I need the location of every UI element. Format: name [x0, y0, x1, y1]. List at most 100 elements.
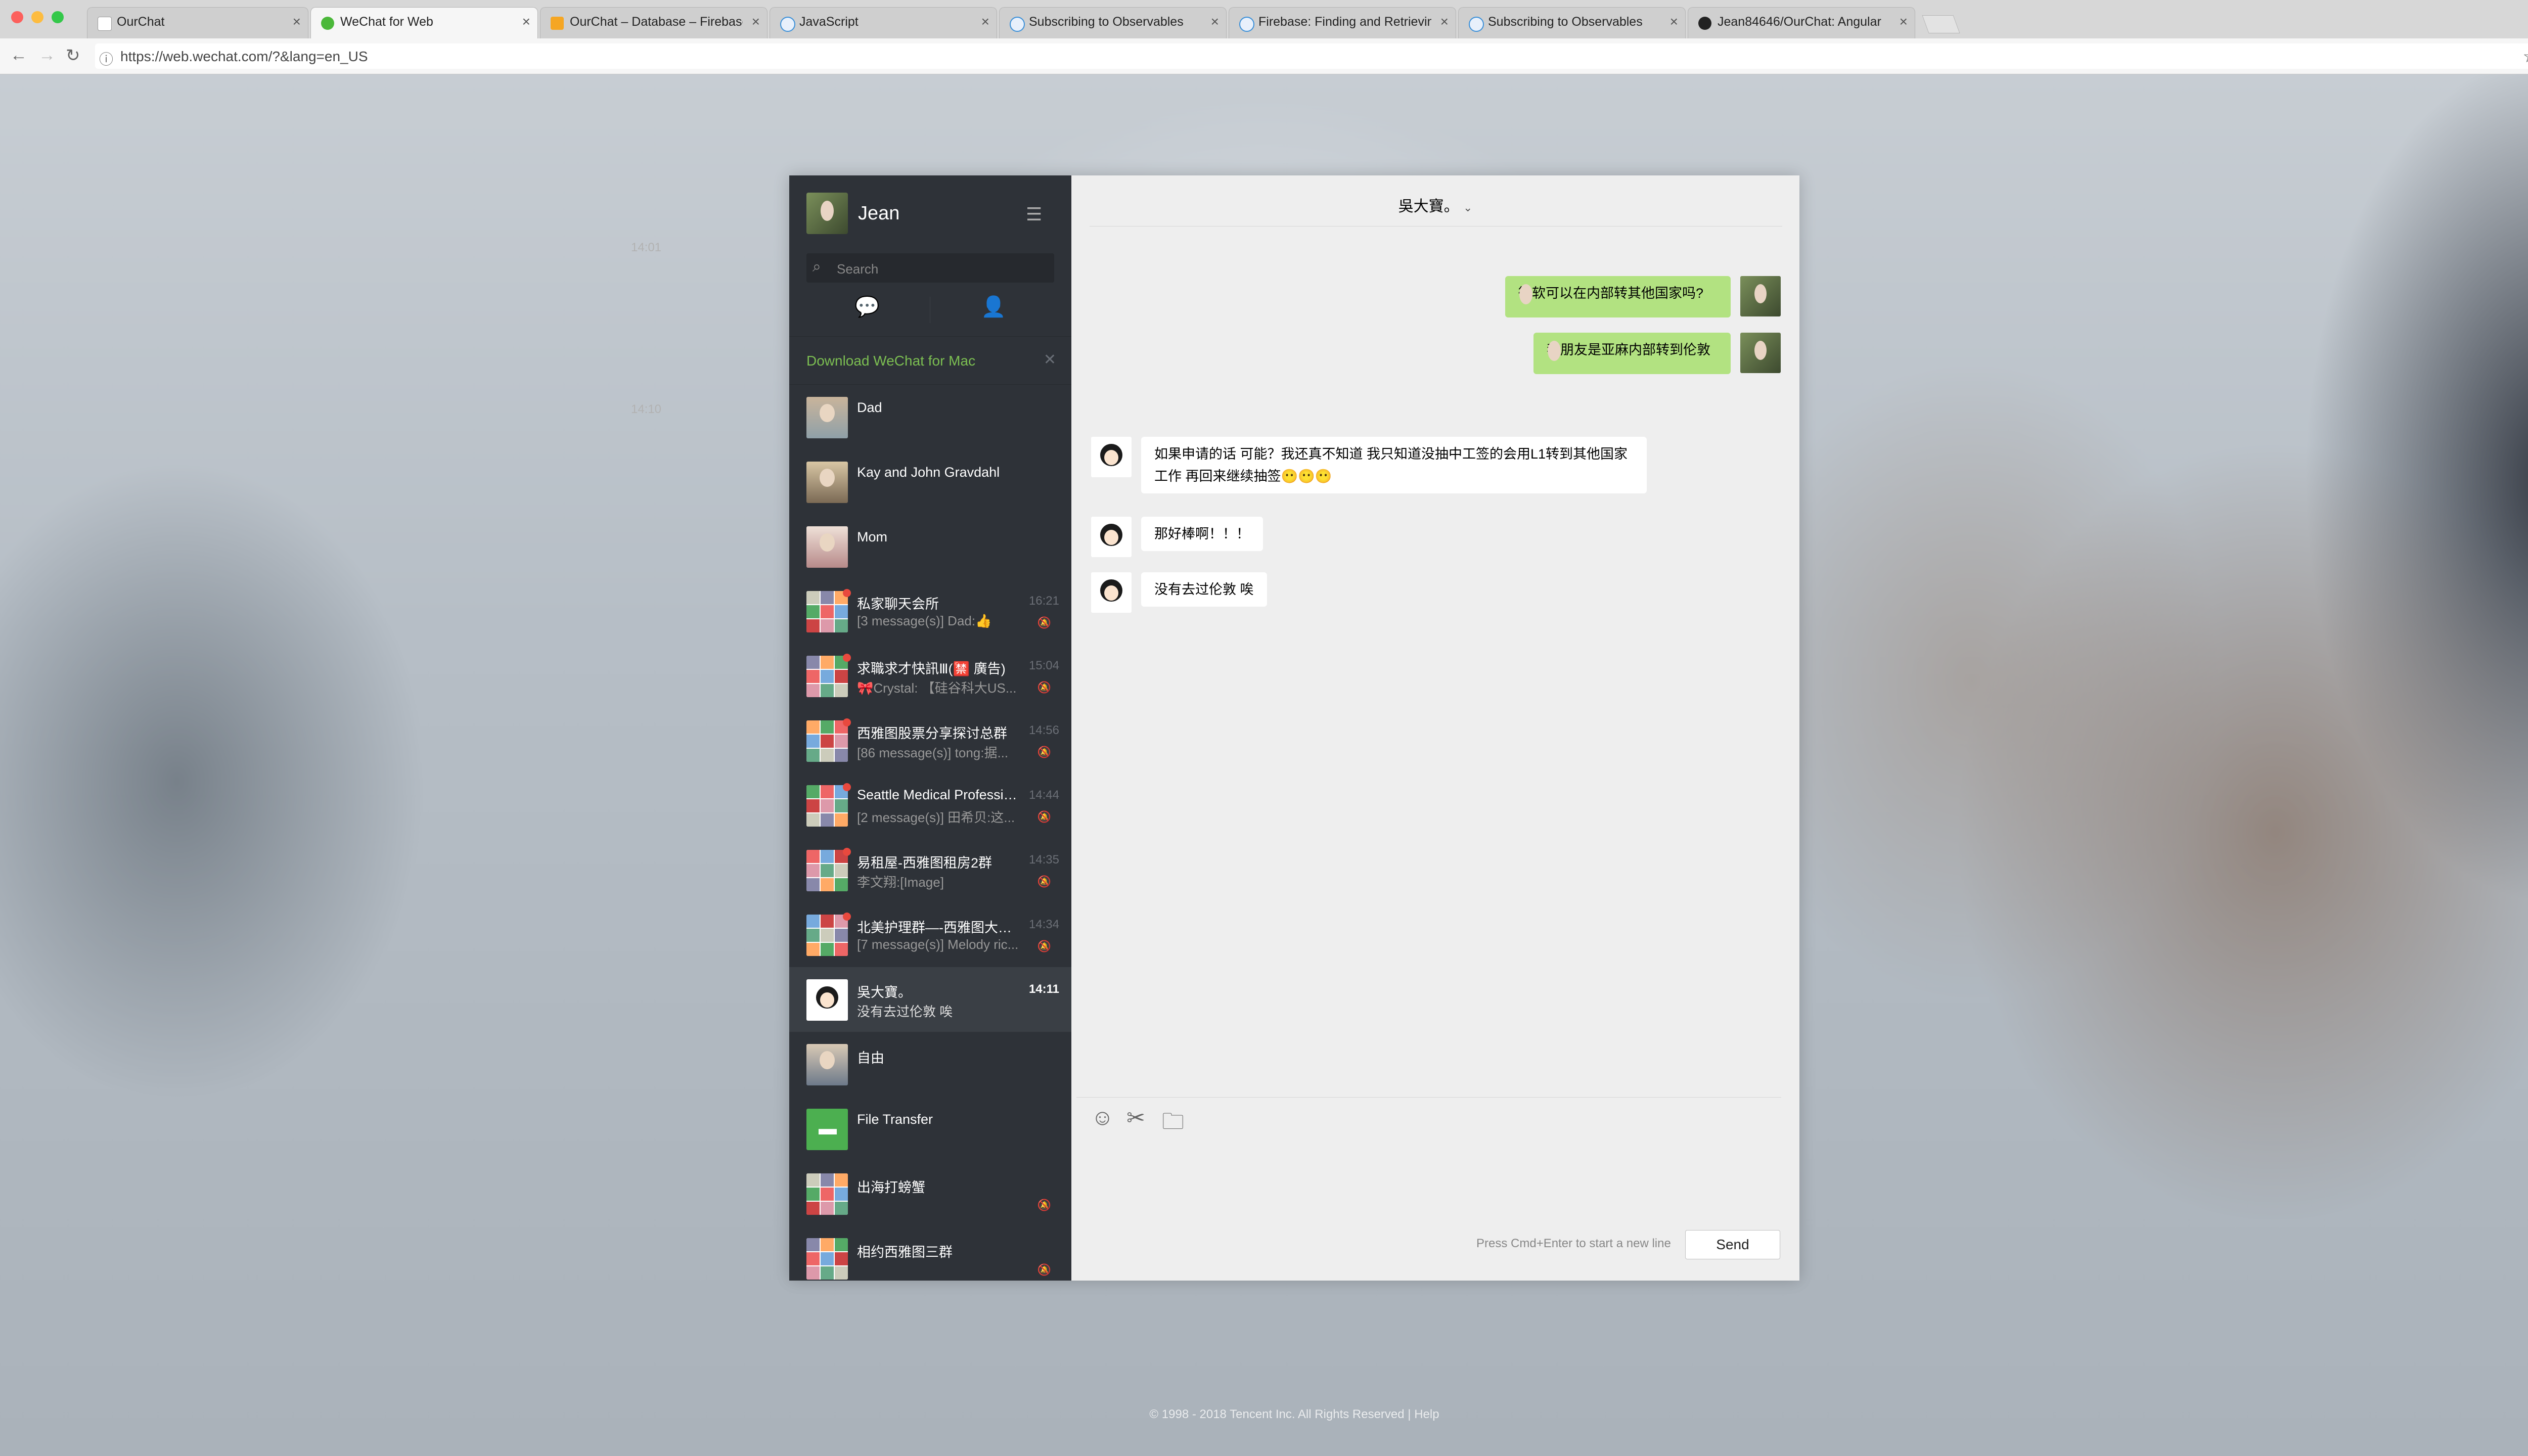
avatar[interactable]: [806, 193, 848, 234]
address-bar[interactable]: ⓘ https://web.wechat.com/?&lang=en_US ☆: [95, 43, 2528, 69]
avatar[interactable]: [806, 785, 848, 827]
bookmark-star-icon[interactable]: ☆: [2523, 47, 2528, 67]
url-text[interactable]: https://web.wechat.com/?&lang=en_US: [120, 49, 368, 65]
browser-tab-0[interactable]: OurChat ×: [87, 7, 308, 38]
tab-label: OurChat – Database – Firebase: [570, 15, 743, 29]
avatar[interactable]: [806, 591, 848, 632]
back-icon[interactable]: ←: [10, 46, 27, 65]
info-icon[interactable]: ⓘ: [99, 49, 113, 69]
close-tab-icon[interactable]: ×: [1440, 14, 1449, 30]
browser-toolbar: ← → ↻ ⓘ https://web.wechat.com/?&lang=en…: [0, 38, 2528, 74]
avatar[interactable]: [1091, 517, 1132, 557]
avatar[interactable]: [806, 850, 848, 891]
avatar[interactable]: [806, 979, 848, 1021]
user-name: Jean: [858, 203, 900, 224]
conversation-time: 14:34: [1028, 918, 1059, 931]
new-tab-button[interactable]: [1922, 15, 1960, 33]
tab-label: Subscribing to Observables: [1488, 15, 1643, 29]
conversation-time: 14:11: [1028, 982, 1059, 996]
close-icon[interactable]: ✕: [1044, 351, 1056, 369]
zoom-window-button[interactable]: [52, 11, 64, 23]
browser-tab-5[interactable]: Firebase: Finding and Retrieving ×: [1229, 7, 1456, 38]
close-tab-icon[interactable]: ×: [1670, 14, 1678, 30]
close-tab-icon[interactable]: ×: [293, 14, 301, 30]
conversation-item[interactable]: Kay and John Gravdahl: [789, 449, 1071, 514]
message-timestamp: 14:01: [630, 241, 662, 254]
download-banner-text[interactable]: Download WeChat for Mac: [806, 353, 975, 369]
conversation-name: Mom: [857, 529, 887, 544]
message-bubble[interactable]: 那好棒啊！！！: [1141, 517, 1263, 551]
avatar[interactable]: [806, 1238, 848, 1280]
conversation-item[interactable]: ▬ File Transfer: [789, 1097, 1071, 1161]
conversation-item[interactable]: Seattle Medical Professio... [2 message(s…: [789, 773, 1071, 838]
conversation-item[interactable]: 求職求才快訊Ⅲ(🈲 廣告) 🎀Crystal: 【硅谷科大US... 15:04 🔕: [789, 644, 1071, 708]
download-banner[interactable]: Download WeChat for Mac ✕: [789, 336, 1071, 385]
chat-title-text[interactable]: 吳大寶。: [1398, 198, 1459, 215]
avatar[interactable]: [806, 1173, 848, 1215]
composer-divider: [1076, 1097, 1781, 1098]
browser-tab-7[interactable]: Jean84646/OurChat: Angular ×: [1688, 7, 1915, 38]
avatar[interactable]: ▬: [806, 1109, 848, 1150]
avatar[interactable]: [1740, 276, 1781, 316]
avatar[interactable]: [1091, 572, 1132, 613]
conversation-item[interactable]: 出海打螃蟹 🔕: [789, 1161, 1071, 1226]
conversation-name: 北美护理群—-西雅图大本营: [857, 920, 1019, 935]
message-bubble[interactable]: 我朋友是亚麻内部转到伦敦: [1533, 333, 1731, 374]
browser-tab-2[interactable]: OurChat – Database – Firebase ×: [540, 7, 768, 38]
emoji-icon[interactable]: ☺: [1091, 1105, 1114, 1130]
send-button[interactable]: Send: [1685, 1230, 1780, 1259]
conversation-name: Kay and John Gravdahl: [857, 465, 1000, 480]
conversation-item[interactable]: 自由: [789, 1032, 1071, 1097]
conversation-time: 14:56: [1028, 723, 1059, 737]
browser-tab-4[interactable]: Subscribing to Observables ×: [999, 7, 1227, 38]
avatar[interactable]: [806, 1044, 848, 1085]
message-bubble[interactable]: 微软可以在内部转其他国家吗?: [1505, 276, 1731, 317]
close-tab-icon[interactable]: ×: [981, 14, 989, 30]
footer[interactable]: © 1998 - 2018 Tencent Inc. All Rights Re…: [0, 1407, 2528, 1422]
scissors-icon[interactable]: ✂: [1126, 1105, 1145, 1131]
close-window-button[interactable]: [11, 11, 23, 23]
conversation-item[interactable]: Dad: [789, 385, 1071, 449]
conversation-item[interactable]: 私家聊天会所 [3 message(s)] Dad:👍 16:21 🔕: [789, 579, 1071, 644]
tab-contacts[interactable]: 👤: [931, 295, 1056, 325]
avatar[interactable]: [806, 915, 848, 956]
reload-icon[interactable]: ↻: [66, 46, 80, 66]
browser-tab-3[interactable]: JavaScript ×: [770, 7, 997, 38]
e-icon: [780, 17, 795, 32]
tab-chats[interactable]: 💬: [804, 295, 930, 325]
chevron-down-icon[interactable]: ⌄: [1463, 201, 1472, 214]
folder-icon[interactable]: 🗀: [1162, 1105, 1184, 1143]
avatar[interactable]: [1091, 437, 1132, 477]
forward-icon[interactable]: →: [38, 46, 56, 65]
close-tab-icon[interactable]: ×: [752, 14, 760, 30]
menu-icon[interactable]: ☰: [1026, 204, 1042, 225]
sidebar: Jean ☰ ⌕ Search 💬 👤 Download WeChat for …: [789, 175, 1071, 1281]
conversation-item[interactable]: 吳大寶。 没有去过伦敦 唉 14:11: [789, 967, 1071, 1032]
close-tab-icon[interactable]: ×: [1900, 14, 1908, 30]
avatar[interactable]: [806, 720, 848, 762]
minimize-window-button[interactable]: [31, 11, 43, 23]
avatar[interactable]: [806, 656, 848, 697]
conversation-name: 私家聊天会所: [857, 597, 939, 612]
search-input[interactable]: ⌕ Search: [806, 253, 1054, 283]
file-transfer-icon: ▬: [819, 1118, 837, 1139]
browser-tab-1[interactable]: WeChat for Web ×: [310, 7, 538, 38]
unread-badge: [843, 718, 851, 726]
conversation-time: 14:44: [1028, 788, 1059, 802]
close-tab-icon[interactable]: ×: [1211, 14, 1219, 30]
browser-tab-6[interactable]: Subscribing to Observables ×: [1458, 7, 1686, 38]
wechat-icon: [321, 17, 334, 30]
avatar[interactable]: [806, 462, 848, 503]
message-bubble[interactable]: 如果申请的话 可能？我还真不知道 我只知道没抽中工签的会用L1转到其他国家工作 …: [1141, 437, 1647, 493]
avatar[interactable]: [806, 526, 848, 568]
conversation-item[interactable]: 易租屋-西雅图租房2群 李文翔:[Image] 14:35 🔕: [789, 838, 1071, 902]
avatar[interactable]: [1740, 333, 1781, 373]
conversation-item[interactable]: 北美护理群—-西雅图大本营 [7 message(s)] Melody ric..…: [789, 902, 1071, 967]
conversation-item[interactable]: 相约西雅图三群 🔕: [789, 1226, 1071, 1281]
chat-title[interactable]: 吳大寶。 ⌄: [1071, 194, 1799, 216]
close-tab-icon[interactable]: ×: [522, 14, 530, 30]
e-icon: [1469, 17, 1484, 32]
message-bubble[interactable]: 没有去过伦敦 唉: [1141, 572, 1267, 607]
conversation-item[interactable]: Mom: [789, 514, 1071, 579]
conversation-item[interactable]: 西雅图股票分享探讨总群 [86 message(s)] tong:据... 14:5…: [789, 708, 1071, 773]
